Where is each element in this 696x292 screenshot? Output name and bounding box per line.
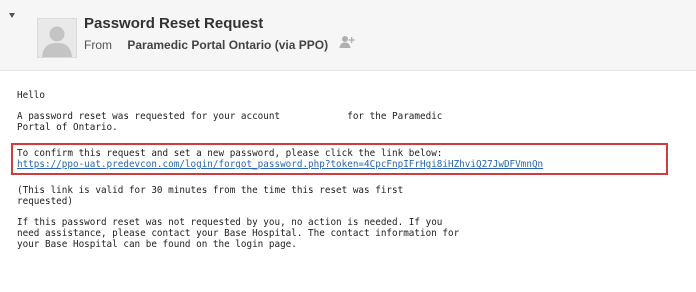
reset-link-line: https://ppo-uat.predevcon.com/login/forg… (17, 159, 661, 170)
sender-name[interactable]: Paramedic Portal Ontario (via PPO) (127, 38, 328, 52)
validity-note: (This link is valid for 30 minutes from … (17, 185, 404, 207)
from-label: From (84, 38, 112, 52)
not-requested-note: If this password reset was not requested… (17, 217, 460, 250)
email-header: Password Reset Request From Paramedic Po… (0, 0, 696, 71)
highlighted-confirmation-box: To confirm this request and set a new pa… (11, 143, 668, 175)
confirm-instruction: To confirm this request and set a new pa… (17, 148, 443, 159)
from-line: From Paramedic Portal Ontario (via PPO) (84, 35, 356, 53)
greeting: Hello (17, 90, 45, 101)
person-avatar-icon (38, 19, 76, 57)
email-body: Hello A password reset was requested for… (11, 90, 687, 260)
add-contact-icon[interactable] (339, 35, 356, 53)
sender-avatar (37, 18, 77, 58)
email-subject: Password Reset Request (84, 15, 264, 32)
reset-password-link[interactable]: https://ppo-uat.predevcon.com/login/forg… (17, 159, 543, 170)
collapse-triangle-icon[interactable] (9, 13, 15, 18)
intro-paragraph: A password reset was requested for your … (17, 111, 443, 133)
